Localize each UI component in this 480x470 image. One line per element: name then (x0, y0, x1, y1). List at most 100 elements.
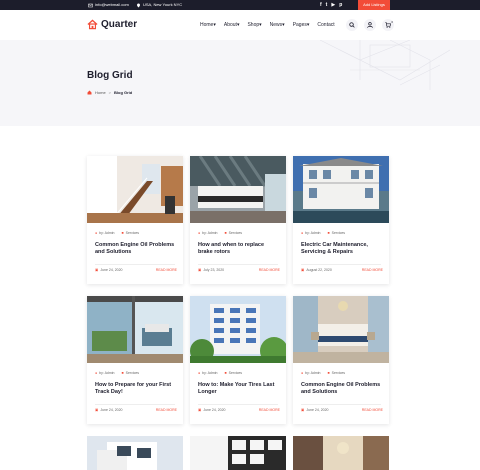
blog-card-meta: ● by: Admin ■ Services (301, 371, 345, 375)
cart-count-badge: 0 (391, 20, 393, 24)
topbar-address: USA, New Yourk NYC (136, 1, 182, 9)
blog-card-title[interactable]: Common Engine Oil Problems and Solutions (301, 382, 383, 396)
nav-contact[interactable]: Contact (317, 22, 334, 28)
blog-card-meta: ● by: Admin ■ Services (198, 371, 242, 375)
blog-card[interactable] (190, 436, 286, 470)
card-divider (198, 404, 278, 405)
user-icon: ● (95, 371, 98, 375)
account-button[interactable] (364, 19, 376, 31)
calendar-icon: ▣ (95, 408, 99, 412)
blog-card-image-house[interactable] (293, 156, 389, 223)
blog-card-author[interactable]: by: Admin (202, 371, 217, 375)
blog-card-author[interactable]: by: Admin (305, 371, 320, 375)
blog-card-title[interactable]: How and when to replace brake rotors (198, 242, 280, 256)
card-divider (301, 264, 381, 265)
card-divider (95, 264, 175, 265)
twitter-icon[interactable]: t (326, 2, 328, 8)
calendar-icon: ▣ (95, 268, 99, 272)
blog-card-image-shelves[interactable] (190, 436, 286, 470)
blog-card-tag[interactable]: Services (229, 371, 242, 375)
nav-news[interactable]: News▾ (270, 22, 285, 28)
logo-text: Quarter (101, 19, 138, 30)
blog-card-tag[interactable]: Services (332, 371, 345, 375)
blog-card-title[interactable]: Common Engine Oil Problems and Solutions (95, 242, 177, 256)
blog-card[interactable]: ● by: Admin ■ Services Electric Car Maint… (293, 156, 389, 284)
top-bar: info@webmail.com USA, New Yourk NYC f t … (0, 0, 480, 10)
calendar-icon: ▣ (198, 408, 202, 412)
user-icon (367, 22, 373, 28)
blog-card-title[interactable]: How to Prepare for your First Track Day! (95, 382, 177, 396)
read-more-link[interactable]: READ MORE (156, 268, 177, 272)
blog-card-meta: ● by: Admin ■ Services (198, 231, 242, 235)
topbar-email-text: info@webmail.com (95, 2, 129, 7)
tag-icon: ■ (121, 231, 124, 235)
read-more-link[interactable]: READ MORE (259, 268, 280, 272)
add-listings-button[interactable]: Add Listings (358, 0, 390, 10)
blog-card[interactable]: ● by: Admin ■ Services How and when to re… (190, 156, 286, 284)
blog-card-date: ▣ June 24, 2020 (95, 408, 123, 412)
site-logo[interactable]: Quarter (87, 19, 137, 30)
user-icon: ● (301, 371, 304, 375)
card-divider (198, 264, 278, 265)
cart-button[interactable]: 0 (382, 19, 394, 31)
nav-home[interactable]: Home▾ (200, 22, 216, 28)
blog-card[interactable]: ● by: Admin ■ Services Common Engine Oil … (87, 156, 183, 284)
page-title: Blog Grid (87, 70, 133, 81)
blog-card-image-apartments[interactable] (190, 296, 286, 363)
user-icon: ● (198, 231, 201, 235)
blog-card-author[interactable]: by: Admin (305, 231, 320, 235)
youtube-icon[interactable]: ▶ (331, 2, 335, 8)
calendar-icon: ▣ (301, 268, 305, 272)
breadcrumb-current: Blog Grid (114, 90, 133, 95)
blog-card-image-bedroom[interactable] (190, 156, 286, 223)
blog-card-author[interactable]: by: Admin (99, 371, 114, 375)
topbar-address-text: USA, New Yourk NYC (143, 2, 183, 7)
blog-card-image-balcony[interactable] (87, 296, 183, 363)
blog-card-tag[interactable]: Services (332, 231, 345, 235)
facebook-icon[interactable]: f (320, 2, 322, 8)
blog-card-tag[interactable]: Services (126, 231, 139, 235)
read-more-link[interactable]: READ MORE (362, 268, 383, 272)
search-button[interactable] (346, 19, 358, 31)
cart-icon (385, 22, 391, 28)
pinterest-icon[interactable]: p (339, 2, 342, 8)
blog-card-image-modern-house[interactable] (87, 436, 183, 470)
nav-shop[interactable]: Shop▾ (247, 22, 261, 28)
user-icon: ● (95, 231, 98, 235)
page-hero: Blog Grid Home > Blog Grid (0, 40, 480, 126)
blog-card[interactable]: ● by: Admin ■ Services How to Prepare for… (87, 296, 183, 424)
blog-card-image-interior[interactable] (293, 436, 389, 470)
blog-card-title[interactable]: How to: Make Your Tires Last Longer (198, 382, 280, 396)
blog-card-tag[interactable]: Services (126, 371, 139, 375)
blog-card-date: ▣ August 22, 2020 (301, 268, 332, 272)
house-logo-icon (87, 19, 98, 30)
blog-card[interactable] (87, 436, 183, 470)
nav-pages[interactable]: Pages▾ (293, 22, 310, 28)
blog-card-tag[interactable]: Services (229, 231, 242, 235)
breadcrumb-home-link[interactable]: Home (95, 90, 106, 95)
blog-card-meta: ● by: Admin ■ Services (95, 371, 139, 375)
blog-card-image-master-bedroom[interactable] (293, 296, 389, 363)
blog-card[interactable]: ● by: Admin ■ Services How to: Make Your … (190, 296, 286, 424)
topbar-email[interactable]: info@webmail.com (88, 1, 129, 9)
blog-card[interactable]: ● by: Admin ■ Services Common Engine Oil … (293, 296, 389, 424)
tag-icon: ■ (224, 371, 227, 375)
main-header: Quarter Home▾ About▾ Shop▾ News▾ Pages▾ … (0, 10, 480, 40)
user-icon: ● (198, 371, 201, 375)
nav-about[interactable]: About▾ (224, 22, 240, 28)
read-more-link[interactable]: READ MORE (362, 408, 383, 412)
calendar-icon: ▣ (301, 408, 305, 412)
card-divider (95, 404, 175, 405)
blog-card[interactable] (293, 436, 389, 470)
blog-card-image-staircase[interactable] (87, 156, 183, 223)
header-actions: 0 (346, 19, 394, 31)
location-pin-icon (137, 3, 140, 7)
blog-card-title[interactable]: Electric Car Maintenance, Servicing & Re… (301, 242, 383, 256)
blog-card-author[interactable]: by: Admin (99, 231, 114, 235)
mail-icon (88, 3, 93, 7)
blog-card-author[interactable]: by: Admin (202, 231, 217, 235)
read-more-link[interactable]: READ MORE (156, 408, 177, 412)
breadcrumb-separator: > (108, 90, 112, 95)
read-more-link[interactable]: READ MORE (259, 408, 280, 412)
calendar-icon: ▣ (198, 268, 202, 272)
